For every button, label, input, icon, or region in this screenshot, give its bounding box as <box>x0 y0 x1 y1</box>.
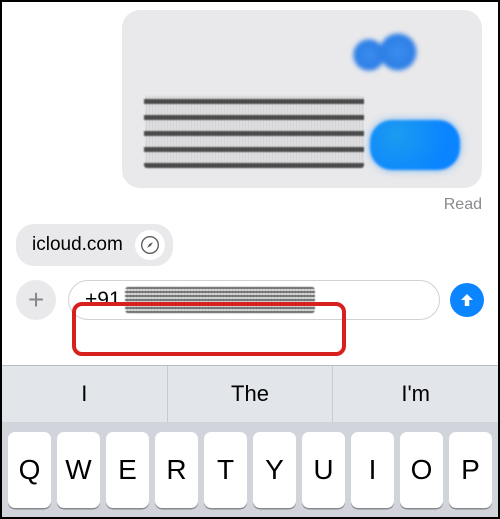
arrow-up-icon <box>458 291 476 309</box>
message-input[interactable]: +91 <box>68 280 440 320</box>
key-w[interactable]: W <box>57 432 100 508</box>
key-p[interactable]: P <box>449 432 492 508</box>
redacted-number <box>125 287 315 313</box>
message-bubble[interactable] <box>122 10 482 188</box>
key-o[interactable]: O <box>400 432 443 508</box>
prediction-0[interactable]: I <box>2 366 168 422</box>
key-i[interactable]: I <box>351 432 394 508</box>
link-preview-pill[interactable]: icloud.com <box>16 224 173 266</box>
prediction-2[interactable]: I'm <box>333 366 498 422</box>
redacted-avatars <box>352 32 424 72</box>
key-u[interactable]: U <box>302 432 345 508</box>
key-q[interactable]: Q <box>8 432 51 508</box>
redacted-button <box>370 120 460 170</box>
redacted-text <box>144 96 364 168</box>
compose-row: + +91 <box>2 274 498 330</box>
add-attachment-button[interactable]: + <box>16 280 56 320</box>
prediction-1[interactable]: The <box>168 366 334 422</box>
keyboard: I The I'm Q W E R T Y U I O P <box>2 365 498 517</box>
safari-compass-icon <box>135 230 165 260</box>
keyboard-row-1: Q W E R T Y U I O P <box>2 422 498 518</box>
read-receipt: Read <box>2 188 498 224</box>
messages-area <box>2 2 498 188</box>
key-t[interactable]: T <box>204 432 247 508</box>
send-button[interactable] <box>450 283 484 317</box>
link-preview-domain: icloud.com <box>32 234 123 256</box>
plus-icon: + <box>28 284 44 316</box>
key-r[interactable]: R <box>155 432 198 508</box>
input-prefix-text: +91 <box>85 288 121 312</box>
key-e[interactable]: E <box>106 432 149 508</box>
key-y[interactable]: Y <box>253 432 296 508</box>
prediction-bar: I The I'm <box>2 366 498 422</box>
